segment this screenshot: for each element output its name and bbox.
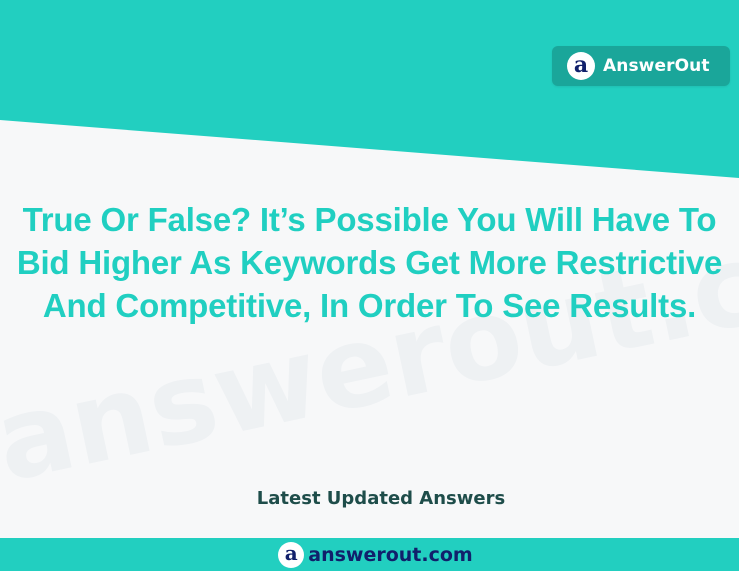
footer-site-link[interactable]: a answerout.com — [278, 541, 473, 568]
latest-updated-caption: Latest Updated Answers — [256, 488, 506, 509]
footer-bar: a answerout.com — [0, 538, 739, 571]
answerout-logo-badge[interactable]: a AnswerOut — [552, 46, 730, 86]
question-title: True Or False? It’s Possible You Will Ha… — [16, 201, 723, 324]
footer-logo-glyph: a — [284, 541, 298, 565]
footer-site-text: answerout.com — [308, 543, 473, 566]
answerout-logo-icon: a — [567, 52, 595, 80]
answerout-footer-icon: a — [278, 541, 305, 568]
logo-text: AnswerOut — [603, 56, 710, 76]
page-canvas: answerout.com a AnswerOut True Or False?… — [0, 0, 739, 571]
logo-glyph: a — [573, 51, 589, 78]
